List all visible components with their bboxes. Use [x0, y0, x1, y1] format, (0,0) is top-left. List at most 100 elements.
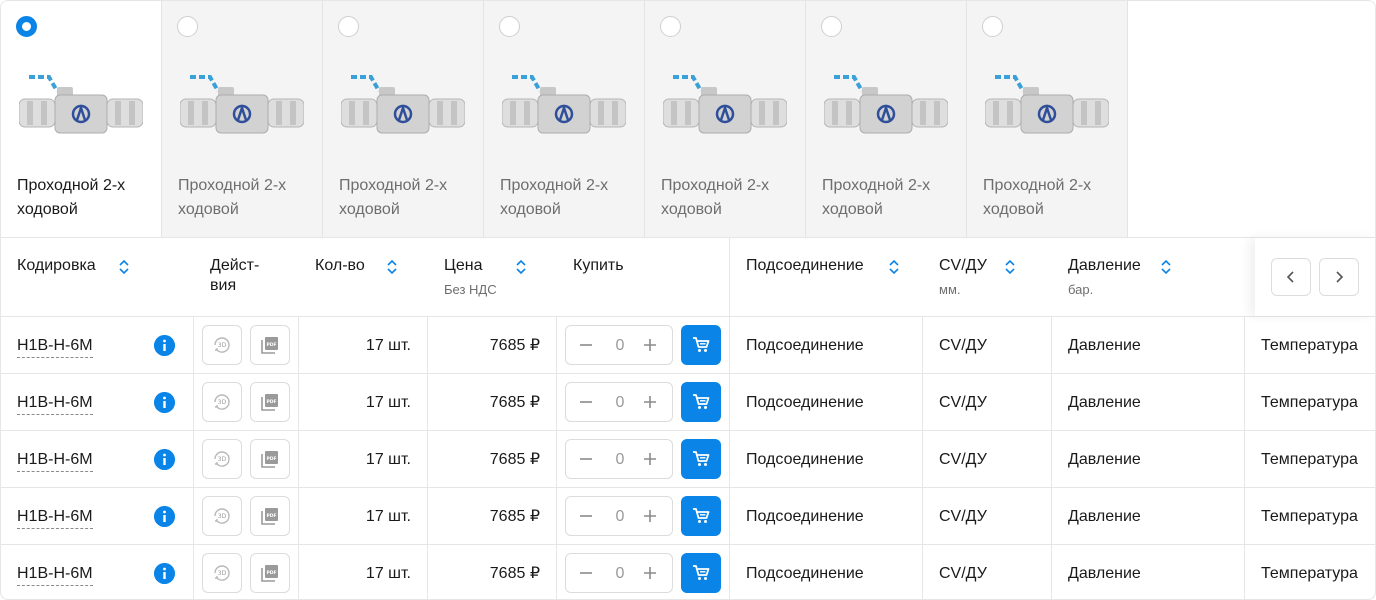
pdf-button[interactable]: PDF [250, 439, 290, 479]
variant-radio[interactable] [16, 16, 37, 37]
pressure-value: Давление [1068, 337, 1141, 354]
table-row: H1B-H-6M 3D PDF 17 шт. 7685 ₽ 0 Подсоеди… [1, 488, 1375, 545]
variant-card[interactable]: Проходной 2-х ходовой [806, 1, 967, 237]
valve-drawing [180, 75, 304, 134]
increment-button[interactable] [640, 392, 660, 412]
cell-divider [922, 317, 923, 374]
sort-icon[interactable] [387, 259, 397, 275]
3d-model-button[interactable]: 3D [202, 382, 242, 422]
cell-divider [729, 488, 730, 545]
variant-radio[interactable] [660, 16, 681, 37]
cell-divider [1244, 488, 1245, 545]
decrement-button[interactable] [576, 335, 596, 355]
column-header-price[interactable]: Цена Без НДС [444, 238, 497, 316]
column-header-code[interactable]: Кодировка [17, 238, 96, 316]
3d-model-button[interactable]: 3D [202, 439, 242, 479]
variant-name: Проходной 2-х ходовой [822, 177, 931, 218]
quantity-input[interactable]: 0 [606, 450, 634, 470]
variant-radio[interactable] [821, 16, 842, 37]
cell-divider [298, 488, 299, 545]
product-code-link[interactable]: H1B-H-6M [17, 450, 93, 472]
column-header-cv[interactable]: CV/ДУ мм. [939, 238, 987, 316]
increment-button[interactable] [640, 449, 660, 469]
variant-radio[interactable] [982, 16, 1003, 37]
cell-divider [1051, 431, 1052, 488]
info-icon[interactable] [154, 506, 175, 527]
product-code-link[interactable]: H1B-H-6M [17, 336, 93, 358]
plus-icon [644, 453, 656, 465]
increment-button[interactable] [640, 563, 660, 583]
price-value: 7685 ₽ [489, 337, 540, 354]
cart-icon [693, 337, 710, 352]
variant-name: Проходной 2-х ходовой [17, 177, 126, 218]
variant-card[interactable]: Проходной 2-х ходовой [484, 1, 645, 237]
info-icon[interactable] [154, 335, 175, 356]
temperature-value: Температура [1261, 565, 1358, 582]
increment-button[interactable] [640, 335, 660, 355]
add-to-cart-button[interactable] [681, 553, 721, 593]
info-icon[interactable] [154, 449, 175, 470]
cell-divider [427, 545, 428, 599]
cv-sublabel: мм. [939, 282, 961, 297]
cell-divider [922, 431, 923, 488]
scroll-right-button[interactable] [1319, 258, 1359, 296]
variant-card[interactable]: Проходной 2-х ходовой [1, 1, 162, 237]
cv-value: CV/ДУ [939, 451, 987, 468]
add-to-cart-button[interactable] [681, 325, 721, 365]
decrement-button[interactable] [576, 506, 596, 526]
quantity-input[interactable]: 0 [606, 336, 634, 356]
add-to-cart-button[interactable] [681, 439, 721, 479]
pdf-button[interactable]: PDF [250, 325, 290, 365]
pdf-button[interactable]: PDF [250, 496, 290, 536]
product-code-link[interactable]: H1B-H-6M [17, 393, 93, 415]
variant-card[interactable]: Проходной 2-х ходовой [645, 1, 806, 237]
cell-divider [1244, 431, 1245, 488]
svg-text:3D: 3D [218, 456, 227, 463]
column-header-qty[interactable]: Кол-во [315, 238, 365, 316]
variant-radio[interactable] [338, 16, 359, 37]
sort-icon[interactable] [889, 259, 899, 275]
column-header-connection[interactable]: Подсоединение [746, 238, 864, 316]
decrement-button[interactable] [576, 392, 596, 412]
variant-card[interactable]: Проходной 2-х ходовой [967, 1, 1128, 237]
scroll-left-button[interactable] [1271, 258, 1311, 296]
cell-divider [922, 374, 923, 431]
quantity-input[interactable]: 0 [606, 507, 634, 527]
pdf-button[interactable]: PDF [250, 553, 290, 593]
connection-value: Подсоединение [746, 394, 864, 411]
3d-model-button[interactable]: 3D [202, 496, 242, 536]
decrement-button[interactable] [576, 449, 596, 469]
cell-divider [556, 317, 557, 374]
sort-icon[interactable] [1161, 259, 1171, 275]
column-header-pressure[interactable]: Давление бар. [1068, 238, 1141, 316]
sort-icon[interactable] [1005, 259, 1015, 275]
variant-card[interactable]: Проходной 2-х ходовой [162, 1, 323, 237]
cart-icon [693, 508, 710, 523]
info-icon[interactable] [154, 563, 175, 584]
add-to-cart-button[interactable] [681, 496, 721, 536]
product-code-link[interactable]: H1B-H-6M [17, 564, 93, 586]
cell-divider [556, 374, 557, 431]
quantity-input[interactable]: 0 [606, 564, 634, 584]
sort-icon[interactable] [516, 259, 526, 275]
info-icon[interactable] [154, 392, 175, 413]
cell-divider [1051, 374, 1052, 431]
sort-icon[interactable] [119, 259, 129, 275]
variant-radio[interactable] [499, 16, 520, 37]
3d-model-button[interactable]: 3D [202, 553, 242, 593]
valve-drawing [19, 75, 143, 134]
variant-radio[interactable] [177, 16, 198, 37]
add-to-cart-button[interactable] [681, 382, 721, 422]
cell-divider [193, 317, 194, 374]
cell-divider [1244, 545, 1245, 599]
increment-button[interactable] [640, 506, 660, 526]
3d-model-button[interactable]: 3D [202, 325, 242, 365]
variant-card[interactable]: Проходной 2-х ходовой [323, 1, 484, 237]
quantity-input[interactable]: 0 [606, 393, 634, 413]
pdf-button[interactable]: PDF [250, 382, 290, 422]
product-code-link[interactable]: H1B-H-6M [17, 507, 93, 529]
decrement-button[interactable] [576, 563, 596, 583]
3d-model-icon: 3D [214, 508, 230, 524]
svg-text:PDF: PDF [266, 456, 276, 462]
plus-icon [644, 396, 656, 408]
